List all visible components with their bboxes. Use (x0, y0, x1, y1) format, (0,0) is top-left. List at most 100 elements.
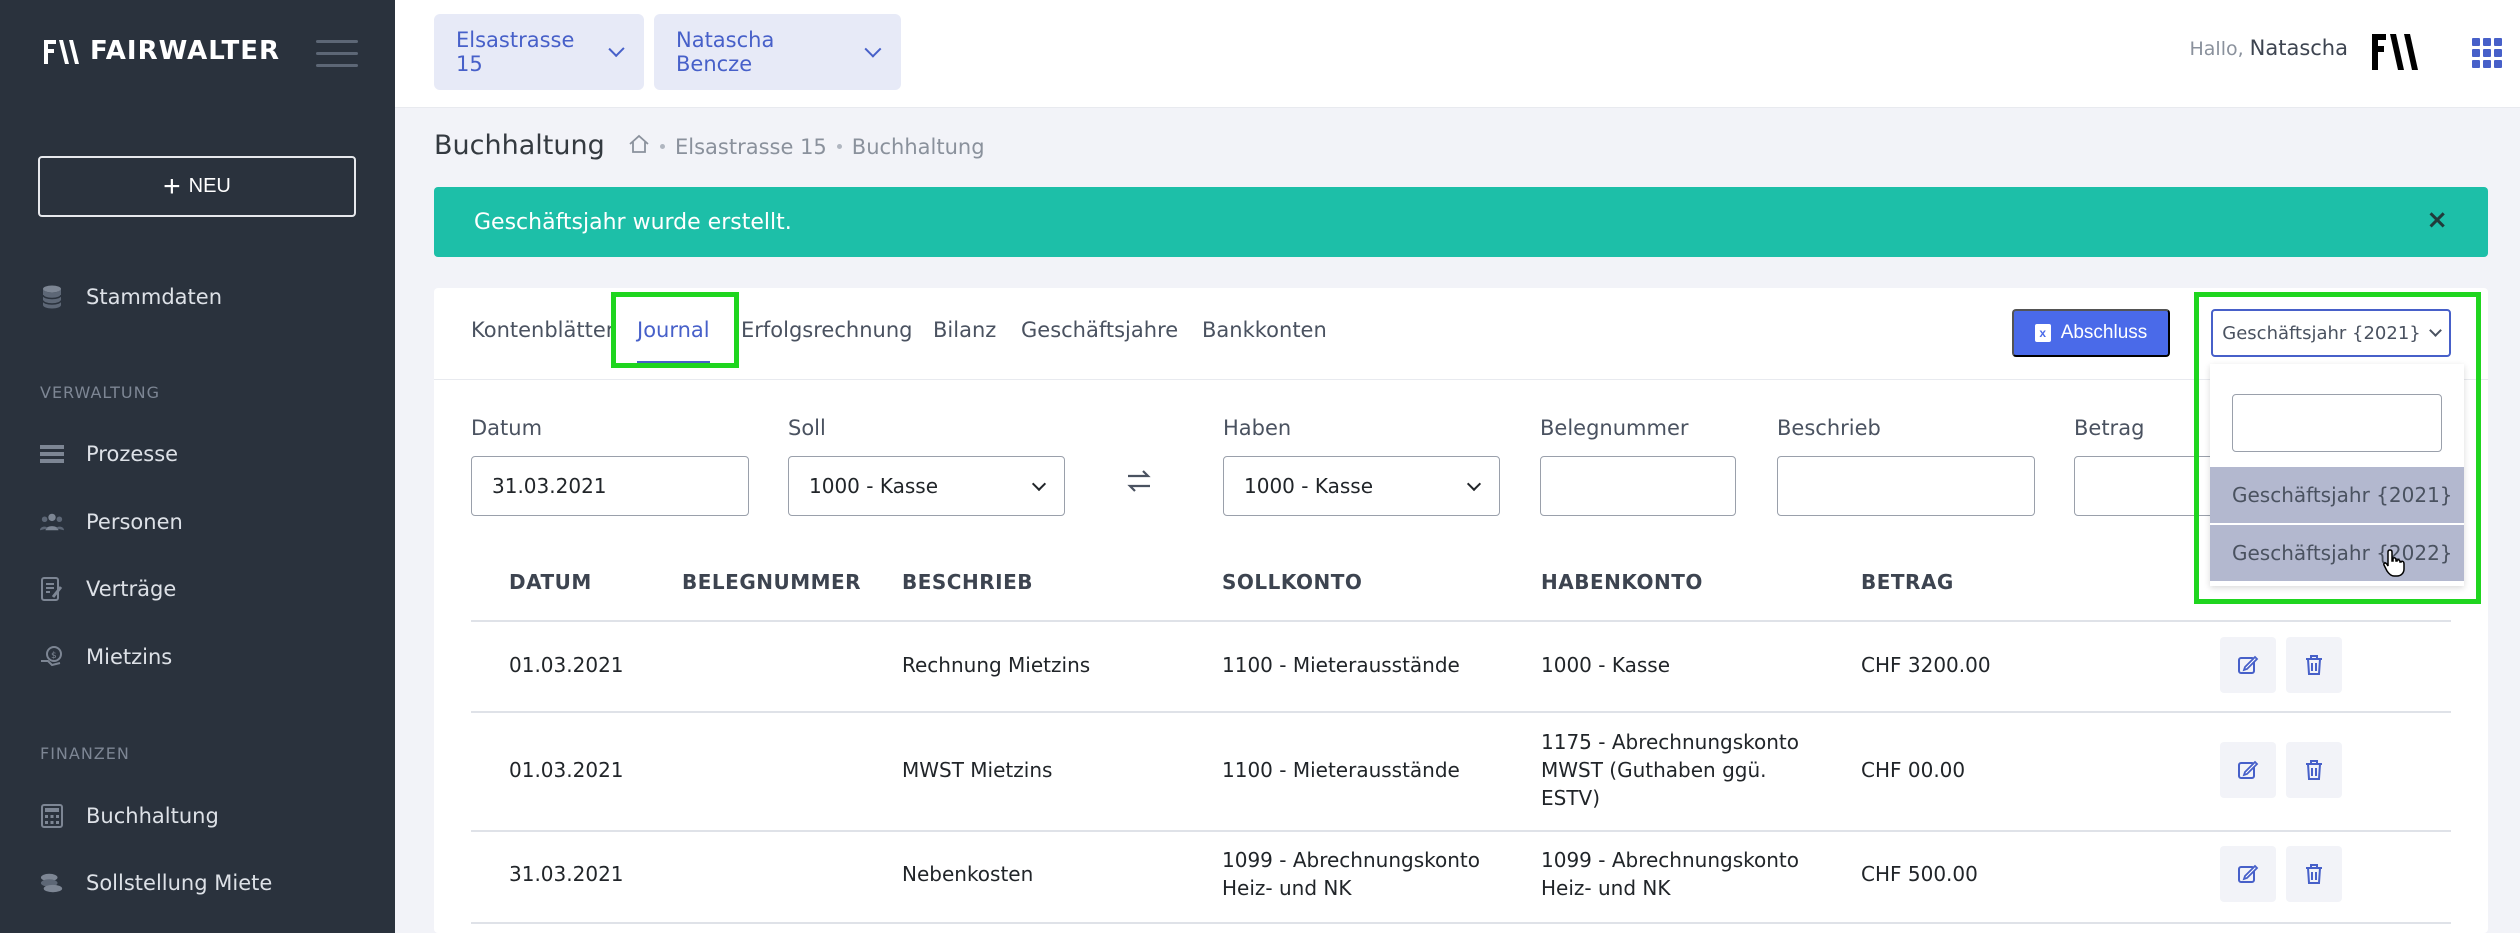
contract-icon (40, 577, 64, 601)
sidebar-item-stammdaten[interactable]: Stammdaten (40, 285, 222, 309)
cell-sollkonto-line1: 1099 - Abrechnungskonto (1222, 848, 1480, 872)
svg-text:$: $ (51, 651, 57, 661)
new-button-label: NEU (188, 175, 231, 197)
delete-button[interactable] (2286, 846, 2342, 902)
property-select-value: Elsastrasse 15 (456, 28, 575, 76)
page-title: Buchhaltung (434, 130, 605, 161)
breadcrumb-item[interactable]: Elsastrasse 15 (675, 135, 827, 159)
breadcrumb-item: Buchhaltung (851, 134, 985, 159)
sidebar-item-label: Stammdaten (86, 285, 223, 309)
cell-sollkonto: 1100 - Mieterausstände (1222, 653, 1460, 677)
sidebar-item-mietzins[interactable]: $ Mietzins (40, 645, 172, 669)
belegnummer-input[interactable] (1540, 456, 1736, 516)
success-alert: Geschäftsjahr wurde erstellt. × (434, 187, 2488, 257)
logo-text: FAIRWALTER (90, 36, 281, 66)
chevron-down-icon (864, 40, 882, 58)
sidebar-item-sollstellung-miete[interactable]: Sollstellung Miete (40, 871, 272, 895)
tab-kontenblaetter[interactable]: Kontenblätter (471, 318, 614, 342)
beschrieb-input[interactable] (1777, 456, 2035, 516)
edit-icon (2238, 864, 2259, 883)
cell-betrag: CHF 00.00 (1861, 758, 1966, 782)
breadcrumb-separator (660, 144, 665, 149)
delete-button[interactable] (2286, 637, 2342, 693)
sidebar-item-label: Buchhaltung (86, 804, 219, 828)
abschluss-label: Abschluss (2060, 322, 2148, 343)
swap-icon[interactable] (1124, 466, 1164, 506)
betrag-label: Betrag (2074, 416, 2145, 440)
hand-cursor-icon (2382, 548, 2406, 578)
menu-toggle-icon[interactable] (316, 40, 358, 76)
cell-habenkonto: 1000 - Kasse (1541, 653, 1670, 677)
column-header-beschrieb: BESCHRIEB (902, 570, 1033, 594)
cell-betrag: CHF 500.00 (1861, 862, 1978, 886)
chevron-down-icon (608, 40, 625, 58)
home-icon[interactable] (628, 134, 650, 159)
soll-select[interactable]: 1000 - Kasse (788, 456, 1065, 516)
cell-habenkonto-line2: Heiz- und NK (1541, 876, 1671, 900)
haben-select[interactable]: 1000 - Kasse (1223, 456, 1500, 516)
fairwalter-logo-icon (42, 36, 82, 66)
table-divider (471, 830, 2451, 832)
journal-card: Kontenblätter Journal Erfolgsrechnung Bi… (434, 288, 2488, 933)
sidebar-item-vertraege[interactable]: Verträge (40, 577, 176, 601)
calculator-icon (40, 804, 64, 828)
user-name: Natascha (2249, 36, 2348, 60)
column-header-belegnummer: BELEGNUMMER (682, 570, 862, 594)
tab-bankkonten[interactable]: Bankkonten (1202, 318, 1327, 342)
close-icon[interactable]: × (2426, 205, 2448, 235)
abschluss-button[interactable]: x Abschluss (2012, 309, 2170, 357)
cell-betrag: CHF 3200.00 (1861, 653, 1991, 677)
edit-button[interactable] (2220, 846, 2276, 902)
person-select-value: Natascha Bencze (676, 28, 775, 76)
cell-sollkonto-line2: Heiz- und NK (1222, 876, 1352, 900)
tab-bar: Kontenblätter Journal Erfolgsrechnung Bi… (434, 288, 2488, 380)
list-icon (40, 442, 64, 466)
cell-beschrieb: Rechnung Mietzins (902, 653, 1091, 677)
logo[interactable]: FAIRWALTER (42, 36, 280, 66)
property-select[interactable]: Elsastrasse 15 (434, 14, 644, 90)
apps-grid-icon[interactable] (2472, 38, 2502, 68)
trash-icon (2306, 760, 2322, 780)
table-divider (471, 922, 2451, 924)
avatar[interactable] (2370, 28, 2420, 76)
trash-icon (2306, 864, 2322, 884)
person-select[interactable]: Natascha Bencze (654, 14, 901, 90)
edit-icon (2238, 760, 2259, 779)
edit-button[interactable] (2220, 637, 2276, 693)
haben-value: 1000 - Kasse (1244, 474, 1373, 498)
tab-erfolgsrechnung[interactable]: Erfolgsrechnung (741, 318, 912, 342)
datum-input[interactable]: 31.03.2021 (471, 456, 749, 516)
cell-beschrieb: MWST Mietzins (902, 758, 1053, 782)
tab-geschaeftsjahre[interactable]: Geschäftsjahre (1021, 318, 1178, 342)
cell-sollkonto: 1100 - Mieterausstände (1222, 758, 1460, 782)
edit-button[interactable] (2220, 742, 2276, 798)
cell-datum: 01.03.2021 (509, 653, 624, 677)
user-greeting[interactable]: Hallo, Natascha (2189, 36, 2348, 60)
excel-icon: x (2034, 324, 2051, 342)
sidebar-item-label: Personen (86, 510, 183, 534)
database-icon (40, 285, 64, 309)
greeting-text: Hallo, (2189, 38, 2244, 60)
cell-datum: 31.03.2021 (509, 862, 624, 886)
sidebar-item-label: Verträge (86, 577, 177, 601)
cell-beschrieb: Nebenkosten (902, 862, 1034, 886)
table-divider (471, 711, 2451, 713)
tab-bilanz[interactable]: Bilanz (933, 318, 996, 342)
people-icon (40, 510, 64, 534)
cell-habenkonto-line2: MWST (Guthaben ggü. (1541, 758, 1767, 782)
haben-label: Haben (1223, 416, 1292, 440)
sidebar-item-buchhaltung[interactable]: Buchhaltung (40, 804, 219, 828)
new-button[interactable]: + NEU (38, 156, 356, 217)
column-header-sollkonto: SOLLKONTO (1222, 570, 1363, 594)
belegnummer-label: Belegnummer (1540, 416, 1689, 440)
alert-message: Geschäftsjahr wurde erstellt. (474, 209, 792, 235)
delete-button[interactable] (2286, 742, 2342, 798)
cell-datum: 01.03.2021 (509, 758, 624, 782)
beschrieb-label: Beschrieb (1777, 416, 1881, 440)
cell-habenkonto-line3: ESTV) (1541, 786, 1601, 810)
sidebar-item-label: Mietzins (86, 645, 173, 669)
chevron-down-icon (1031, 476, 1047, 491)
sidebar-item-prozesse[interactable]: Prozesse (40, 442, 178, 466)
sidebar-item-personen[interactable]: Personen (40, 510, 183, 534)
soll-value: 1000 - Kasse (809, 474, 938, 498)
